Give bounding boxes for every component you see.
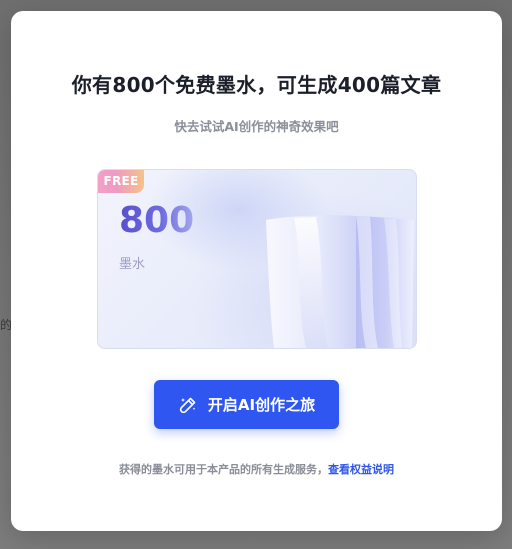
start-ai-creation-label: 开启AI创作之旅 [207,396,316,414]
magic-wand-icon [179,397,196,413]
ink-amount: 800 [119,200,195,241]
modal-title: 你有800个免费墨水，可生成400篇文章 [71,73,442,97]
footer-text: 获得的墨水可用于本产品的所有生成服务， [119,463,328,476]
footer-note: 获得的墨水可用于本产品的所有生成服务，查看权益说明 [11,461,502,477]
ink-unit-label: 墨水 [119,257,146,272]
free-badge: FREE [98,170,144,193]
ink-bottle-illustration [266,215,414,348]
modal-subtitle: 快去试试AI创作的神奇效果吧 [174,119,339,134]
free-ink-modal: 你有800个免费墨水，可生成400篇文章 快去试试AI创作的神奇效果吧 FREE… [11,11,502,531]
start-ai-creation-button[interactable]: 开启AI创作之旅 [154,380,339,429]
view-benefits-link[interactable]: 查看权益说明 [328,463,394,476]
ink-card: FREE 800 墨水 [97,169,417,349]
